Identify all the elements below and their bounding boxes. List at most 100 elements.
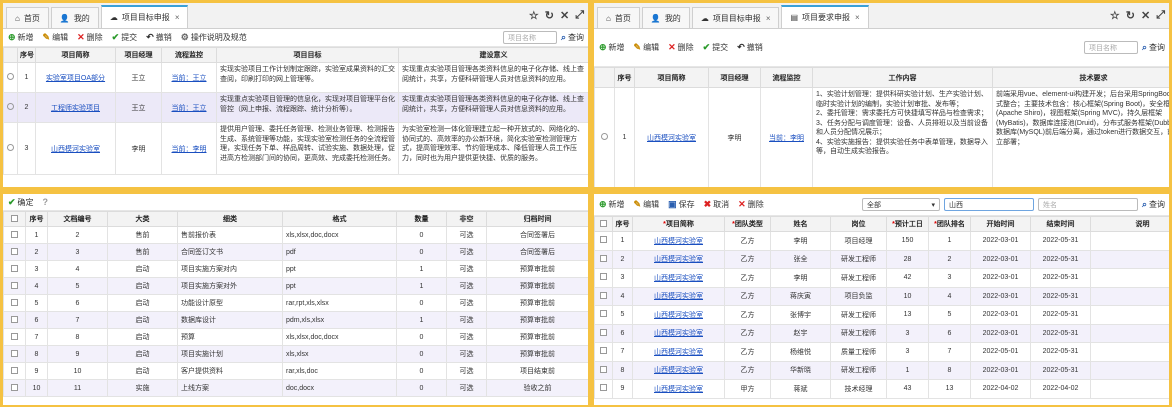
table-row[interactable]: 5 6 启动 功能设计原型 rar,rpt,xls,xlsx 0 可选 预算审批前	[3, 294, 588, 312]
table-row[interactable]: 7 8 启动 预算 xls,xlsx,doc,docx 0 可选 预算审批前	[3, 328, 588, 346]
row-checkbox[interactable]	[3, 345, 26, 363]
row-checkbox[interactable]	[594, 379, 613, 399]
delete-button[interactable]: ✕ 删除	[738, 199, 764, 210]
cell-project[interactable]: 山西模河实验室	[632, 360, 725, 380]
refresh-icon[interactable]: ↻	[545, 9, 554, 22]
select-all-checkbox[interactable]	[594, 216, 613, 232]
cancel-button[interactable]: ✖ 取消	[704, 199, 730, 210]
project-filter-input[interactable]: 山西	[943, 198, 1034, 211]
cell-project[interactable]: 山西模河实验室	[632, 231, 725, 251]
table-row[interactable]: 8 山西模河实验室 乙方 华新晓 研发工程师 1 8 2022-03-01 2022-05-31	[594, 360, 1169, 380]
row-checkbox[interactable]	[594, 342, 613, 362]
search-input[interactable]: 项目名称	[1083, 41, 1138, 54]
tab-home[interactable]: ⌂ 首页	[597, 7, 640, 28]
search-button[interactable]: ⌕ 查询	[561, 32, 584, 43]
project-link[interactable]: 山西模河实验室	[654, 256, 703, 263]
expand-icon[interactable]: ⤢	[575, 9, 584, 22]
row-checkbox[interactable]	[594, 231, 613, 251]
table-row[interactable]: 2 工程师实验项目 王立 当前：王立 实现重点实验项目管理的信息化，实现对项目管…	[3, 92, 588, 123]
row-checkbox[interactable]	[3, 311, 26, 329]
row-radio[interactable]	[3, 122, 18, 175]
refresh-icon[interactable]: ↻	[1126, 9, 1135, 22]
tab-mine[interactable]: 👤 我的	[50, 7, 99, 28]
guide-button[interactable]: ⚙ 操作说明及规范	[181, 32, 247, 43]
confirm-button[interactable]: ✔ 确定	[8, 197, 34, 208]
row-checkbox[interactable]	[3, 328, 26, 346]
close-icon[interactable]: ×	[175, 13, 180, 22]
table-row[interactable]: 1 2 售前 售前报价表 xls,xlsx,doc,docx 0 可选 合同签署后	[3, 226, 588, 244]
project-link[interactable]: 山西模河实验室	[654, 312, 703, 319]
cell-flow[interactable]: 当前：李明	[161, 122, 217, 175]
tab-project-requirement[interactable]: ▤ 项目要求申报 ×	[781, 5, 869, 28]
close-icon[interactable]: ×	[855, 13, 860, 22]
select-all-checkbox[interactable]	[3, 211, 26, 227]
cell-flow[interactable]: 当前：王立	[161, 62, 217, 93]
row-checkbox[interactable]	[3, 277, 26, 295]
flow-link[interactable]: 当前：李明	[769, 135, 804, 142]
tab-home[interactable]: ⌂ 首页	[6, 7, 49, 28]
row-checkbox[interactable]	[3, 294, 26, 312]
table-row[interactable]: 2 山西模河实验室 乙方 张全 研发工程师 28 2 2022-03-01 2022-05-31	[594, 249, 1169, 269]
tab-project-goal[interactable]: ☁ 项目目标申报 ×	[691, 7, 780, 28]
row-checkbox[interactable]	[3, 243, 26, 261]
cell-flow[interactable]: 当前：李明	[760, 87, 813, 187]
table-row[interactable]: 7 山西模河实验室 乙方 杨维悦 质量工程师 3 7 2022-05-01 2022-05-31	[594, 342, 1169, 362]
row-checkbox[interactable]	[594, 305, 613, 325]
project-link[interactable]: 山西模河实验室	[654, 293, 703, 300]
table-row[interactable]: 1 实验室项目OA部分 王立 当前：王立 实现实验项目工作计划制定跟踪，实验室成…	[3, 62, 588, 93]
search-input[interactable]: 项目名称	[502, 31, 557, 44]
star-icon[interactable]: ☆	[1110, 9, 1120, 22]
cell-project[interactable]: 山西模河实验室	[632, 249, 725, 269]
project-link[interactable]: 山西模河实验室	[647, 135, 696, 142]
table-row[interactable]: 3 山西模河实验室 乙方 李明 研发工程师 42 3 2022-03-01 2022-05-31	[594, 268, 1169, 288]
help-button[interactable]: ?	[43, 197, 49, 207]
add-button[interactable]: ⊕ 新增	[8, 32, 34, 43]
tab-mine[interactable]: 👤 我的	[641, 7, 690, 28]
table-row[interactable]: 9 10 启动 客户提供资料 rar,xls,doc 0 可选 项目结束前	[3, 362, 588, 380]
table-row[interactable]: 6 山西模河实验室 乙方 赵宇 研发工程师 3 6 2022-03-01 2022-05-31	[594, 323, 1169, 343]
row-checkbox[interactable]	[3, 226, 26, 244]
row-radio[interactable]	[594, 87, 615, 187]
table-row[interactable]: 1 山西模河实验室 李明 当前：李明 1、实验计划管理：提供科研实验计划、生产实…	[594, 87, 1169, 187]
flow-link[interactable]: 当前：王立	[172, 105, 207, 112]
table-row[interactable]: 8 9 启动 项目实施计划 xls,xlsx 0 可选 预算审批前	[3, 345, 588, 363]
cell-project[interactable]: 山西模河实验室	[632, 379, 725, 399]
close-icon[interactable]: ×	[766, 14, 771, 23]
table-row[interactable]: 10 11 实施 上线方案 doc,docx 0 可选 验收之前	[3, 379, 588, 397]
cell-flow[interactable]: 当前：王立	[161, 92, 217, 123]
table-row[interactable]: 3 山西模河实验室 李明 当前：李明 提供用户管理、委托任务管理、检测业务管理、…	[3, 122, 588, 175]
undo-button[interactable]: ↶ 撤销	[146, 32, 172, 43]
table-row[interactable]: 4 5 启动 项目实施方案对外 ppt 1 可选 预算审批前	[3, 277, 588, 295]
save-button[interactable]: ▣ 保存	[668, 199, 695, 210]
row-checkbox[interactable]	[3, 362, 26, 380]
project-link[interactable]: 山西模河实验室	[654, 330, 703, 337]
cell-project[interactable]: 山西模河实验室	[632, 323, 725, 343]
cell-name[interactable]: 工程师实验项目	[35, 92, 116, 123]
table-row[interactable]: 5 山西模河实验室 乙方 张博宇 研发工程师 13 5 2022-03-01 2022-05-3…	[594, 305, 1169, 325]
type-select[interactable]: 全部 ▾	[861, 198, 940, 211]
edit-button[interactable]: ✎ 编辑	[634, 199, 660, 210]
delete-button[interactable]: ✕ 删除	[668, 42, 694, 53]
expand-icon[interactable]: ⤢	[1156, 9, 1165, 22]
row-checkbox[interactable]	[594, 249, 613, 269]
project-link[interactable]: 山西模河实验室	[654, 349, 703, 356]
table-row[interactable]: 4 山西模河实验室 乙方 蒋庆寅 项目负监 10 4 2022-03-01 2022-05-31	[594, 286, 1169, 306]
table-row[interactable]: 6 7 启动 数据库设计 pdm,xls,xlsx 1 可选 预算审批前	[3, 311, 588, 329]
star-icon[interactable]: ☆	[529, 9, 539, 22]
close-icon[interactable]: ✕	[560, 9, 569, 22]
cell-name[interactable]: 实验室项目OA部分	[35, 62, 116, 93]
close-icon[interactable]: ✕	[1141, 9, 1150, 22]
table-row[interactable]: 1 山西模河实验室 乙方 李明 项目经理 150 1 2022-03-01 2022-05-31	[594, 231, 1169, 251]
search-button[interactable]: ⌕ 查询	[1142, 199, 1165, 210]
row-checkbox[interactable]	[3, 260, 26, 278]
submit-button[interactable]: ✔ 提交	[112, 32, 138, 43]
cell-project[interactable]: 山西模河实验室	[632, 305, 725, 325]
table-row[interactable]: 2 3 售前 合同签订文书 pdf 0 可选 合同签署后	[3, 243, 588, 261]
row-checkbox[interactable]	[594, 268, 613, 288]
delete-button[interactable]: ✕ 删除	[77, 32, 103, 43]
table-row[interactable]: 3 4 启动 项目实施方案对内 ppt 1 可选 预算审批前	[3, 260, 588, 278]
row-checkbox[interactable]	[594, 286, 613, 306]
project-link[interactable]: 山西模河实验室	[51, 146, 100, 153]
flow-link[interactable]: 当前：王立	[172, 75, 207, 82]
edit-button[interactable]: ✎ 编辑	[43, 32, 69, 43]
